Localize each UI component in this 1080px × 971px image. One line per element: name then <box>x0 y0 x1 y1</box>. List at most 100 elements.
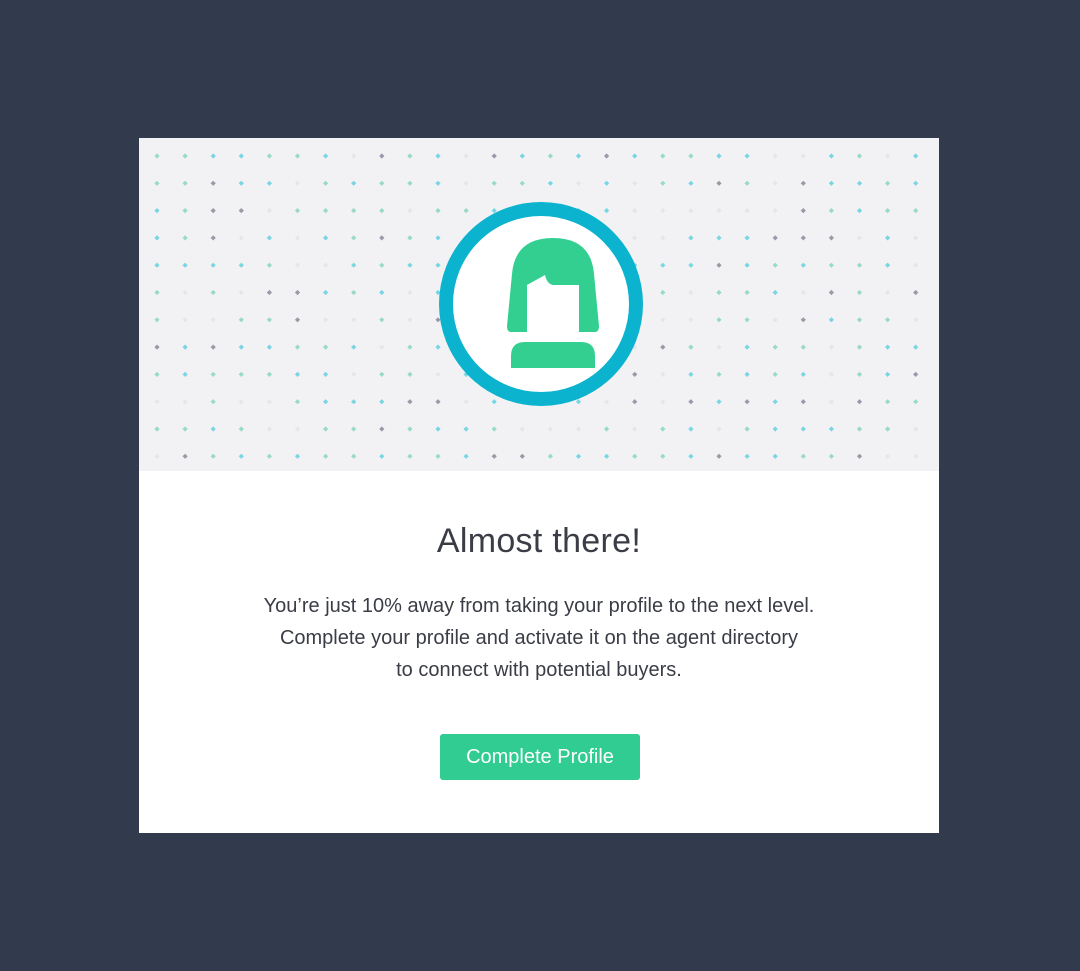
pattern-dot <box>154 317 160 323</box>
pattern-dot <box>182 317 188 323</box>
pattern-dot <box>266 453 272 459</box>
pattern-dot <box>435 208 441 214</box>
pattern-dot <box>828 180 834 186</box>
pattern-dot <box>154 235 160 241</box>
pattern-dot <box>154 344 160 350</box>
pattern-dot <box>772 289 778 296</box>
pattern-dot <box>238 262 244 268</box>
message-line: Complete your profile and activate it on… <box>279 627 799 649</box>
pattern-dot <box>856 235 863 241</box>
pattern-dot <box>519 453 525 459</box>
pattern-dot <box>660 317 666 323</box>
pattern-dot <box>660 371 666 377</box>
pattern-dot <box>210 399 216 405</box>
pattern-dot <box>688 235 694 241</box>
pattern-dot <box>435 153 441 159</box>
pattern-dot <box>885 180 891 186</box>
pattern-dot <box>575 180 582 186</box>
pattern-dot <box>688 371 694 377</box>
pattern-dot <box>294 426 301 432</box>
pattern-dot <box>407 180 413 186</box>
pattern-dot <box>182 262 188 268</box>
pattern-dot <box>323 371 329 377</box>
pattern-dot <box>800 289 806 296</box>
pattern-dot <box>238 180 244 186</box>
pattern-dot <box>800 344 806 350</box>
pattern-dot <box>660 289 666 296</box>
pattern-dot <box>744 399 750 405</box>
pattern-dot <box>800 208 806 214</box>
pattern-dot <box>407 426 413 432</box>
pattern-dot <box>800 235 806 241</box>
pattern-dot <box>407 453 413 459</box>
pattern-dot <box>800 371 806 377</box>
pattern-dot <box>772 453 778 459</box>
pattern-dot <box>266 426 272 432</box>
pattern-dot <box>154 426 160 432</box>
pattern-dot <box>238 235 244 241</box>
pattern-dot <box>323 453 329 459</box>
pattern-dot <box>491 453 497 459</box>
pattern-dot <box>716 235 722 241</box>
pattern-dot <box>435 399 441 405</box>
pattern-dot <box>351 371 357 377</box>
pattern-dot <box>885 317 891 323</box>
pattern-dot <box>913 426 919 432</box>
pattern-dot <box>210 180 216 186</box>
pattern-dot <box>435 235 441 241</box>
pattern-dot <box>660 235 666 241</box>
complete-profile-button[interactable]: Complete Profile <box>440 734 640 780</box>
pattern-dot <box>688 289 694 296</box>
pattern-dot <box>575 426 582 432</box>
pattern-dot <box>716 153 722 159</box>
pattern-dot <box>294 371 301 377</box>
pattern-dot <box>379 153 385 159</box>
pattern-dot <box>323 180 329 186</box>
pattern-dot <box>435 262 441 268</box>
pattern-dot <box>351 289 357 296</box>
pattern-dot <box>800 399 806 405</box>
pattern-dot <box>379 426 385 432</box>
pattern-dot <box>351 344 357 350</box>
pattern-dot <box>913 317 919 323</box>
pattern-dot <box>800 426 806 432</box>
hero-banner <box>139 138 939 471</box>
pattern-dot <box>463 153 469 159</box>
pattern-dot <box>885 371 891 377</box>
pattern-dot <box>744 262 750 268</box>
pattern-dot <box>351 262 357 268</box>
pattern-dot <box>323 399 329 405</box>
pattern-dot <box>913 153 919 159</box>
pattern-dot <box>856 453 863 459</box>
pattern-dot <box>351 153 357 159</box>
pattern-dot <box>885 208 891 214</box>
pattern-dot <box>435 371 441 377</box>
pattern-dot <box>154 208 160 214</box>
pattern-dot <box>266 180 272 186</box>
card-title: Almost there! <box>436 522 642 560</box>
pattern-dot <box>575 153 582 159</box>
pattern-dot <box>885 262 891 268</box>
pattern-dot <box>913 262 919 268</box>
pattern-dot <box>744 180 750 186</box>
pattern-dot <box>407 317 413 323</box>
pattern-dot <box>323 208 329 214</box>
pattern-dot <box>772 317 778 323</box>
pattern-dot <box>351 426 357 432</box>
pattern-dot <box>632 371 638 377</box>
pattern-dot <box>182 180 188 186</box>
pattern-dot <box>238 153 244 159</box>
pattern-dot <box>210 262 216 268</box>
pattern-dot <box>491 399 497 405</box>
pattern-dot <box>154 399 160 405</box>
pattern-dot <box>604 399 610 405</box>
pattern-dot <box>744 235 750 241</box>
pattern-dot <box>407 344 413 350</box>
pattern-dot <box>407 371 413 377</box>
pattern-dot <box>632 426 638 432</box>
pattern-dot <box>716 453 722 459</box>
pattern-dot <box>323 344 329 350</box>
pattern-dot <box>379 317 385 323</box>
pattern-dot <box>547 453 553 459</box>
pattern-dot <box>238 426 244 432</box>
